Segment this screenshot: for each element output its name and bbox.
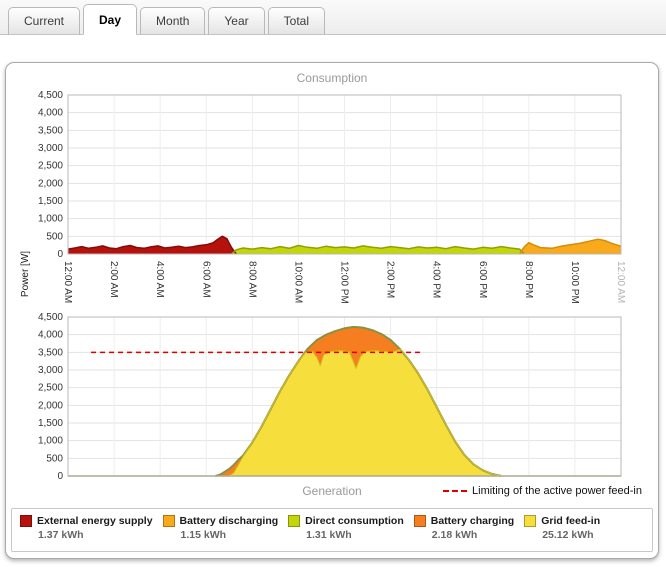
energy-chart-panel: Consumption 0 500 1,000 1,500 2,000 2,500 3,00… (5, 62, 659, 559)
external-energy-supply-swatch (20, 515, 32, 527)
legend-label: Battery charging (431, 515, 514, 527)
svg-text:3,000: 3,000 (38, 365, 63, 376)
svg-text:2,500: 2,500 (38, 383, 63, 394)
tab-month[interactable]: Month (140, 7, 205, 35)
legend-item-direct-consumption: Direct consumption 1.31 kWh (288, 515, 404, 541)
svg-text:1,000: 1,000 (38, 436, 63, 447)
svg-text:3,500: 3,500 (38, 347, 63, 358)
svg-text:2,000: 2,000 (38, 400, 63, 411)
legend-label: External energy supply (37, 515, 153, 527)
svg-text:4:00 PM: 4:00 PM (431, 261, 442, 298)
legend-value: 1.15 kWh (181, 529, 279, 541)
direct-consumption-swatch (288, 515, 300, 527)
svg-text:500: 500 (46, 453, 63, 464)
svg-text:0: 0 (57, 471, 63, 482)
tab-strip: Current Day Month Year Total (0, 0, 666, 35)
svg-text:500: 500 (46, 231, 63, 242)
svg-text:2:00 AM: 2:00 AM (108, 261, 119, 298)
svg-text:4:00 AM: 4:00 AM (154, 261, 165, 298)
svg-text:1,000: 1,000 (38, 214, 63, 225)
svg-text:2,000: 2,000 (38, 178, 63, 189)
y-axis-label-power: Power [W] (20, 244, 32, 304)
generation-chart: 0 500 1,000 1,500 2,000 2,500 3,000 3,500 4,000 4… (6, 313, 660, 485)
svg-text:3,500: 3,500 (38, 125, 63, 136)
svg-text:2,500: 2,500 (38, 161, 63, 172)
legend: External energy supply 1.37 kWh Battery … (11, 508, 653, 552)
legend-item-grid-feed-in: Grid feed-in 25.12 kWh (524, 515, 600, 541)
legend-value: 25.12 kWh (542, 529, 600, 541)
legend-item-battery-discharging: Battery discharging 1.15 kWh (163, 515, 279, 541)
legend-item-battery-charging: Battery charging 2.18 kWh (414, 515, 514, 541)
tab-total[interactable]: Total (268, 7, 325, 35)
svg-text:6:00 AM: 6:00 AM (200, 261, 211, 298)
legend-value: 1.31 kWh (306, 529, 404, 541)
legend-label: Battery discharging (180, 515, 279, 527)
battery-discharging-swatch (163, 515, 175, 527)
svg-text:2:00 PM: 2:00 PM (385, 261, 396, 298)
svg-text:12:00 AM: 12:00 AM (615, 261, 626, 303)
svg-text:12:00 PM: 12:00 PM (339, 261, 350, 304)
tab-day[interactable]: Day (83, 4, 137, 35)
svg-text:4,000: 4,000 (38, 108, 63, 119)
svg-text:4,500: 4,500 (38, 313, 63, 323)
consumption-chart: 0 500 1,000 1,500 2,000 2,500 3,000 3,500 4,000 4… (6, 87, 660, 315)
legend-value: 2.18 kWh (432, 529, 514, 541)
red-dashed-line-icon (443, 490, 467, 492)
limit-note-label: Limiting of the active power feed-in (472, 485, 642, 497)
svg-text:6:00 PM: 6:00 PM (477, 261, 488, 298)
limit-line-note: Limiting of the active power feed-in (443, 485, 642, 497)
tab-year[interactable]: Year (208, 7, 264, 35)
legend-item-external-energy-supply: External energy supply 1.37 kWh (20, 515, 153, 541)
svg-text:4,000: 4,000 (38, 330, 63, 341)
svg-text:8:00 PM: 8:00 PM (523, 261, 534, 298)
tab-current[interactable]: Current (8, 7, 80, 35)
svg-text:10:00 AM: 10:00 AM (292, 261, 303, 303)
legend-label: Direct consumption (305, 515, 404, 527)
svg-text:1,500: 1,500 (38, 196, 63, 207)
svg-text:8:00 AM: 8:00 AM (246, 261, 257, 298)
legend-value: 1.37 kWh (38, 529, 153, 541)
svg-text:10:00 PM: 10:00 PM (569, 261, 580, 304)
svg-text:3,000: 3,000 (38, 143, 63, 154)
legend-label: Grid feed-in (541, 515, 600, 527)
battery-charging-swatch (414, 515, 426, 527)
svg-text:1,500: 1,500 (38, 418, 63, 429)
svg-text:0: 0 (57, 249, 63, 260)
svg-text:12:00 AM: 12:00 AM (62, 261, 73, 303)
grid-feed-in-swatch (524, 515, 536, 527)
consumption-chart-title: Consumption (6, 71, 658, 85)
svg-text:4,500: 4,500 (38, 90, 63, 101)
